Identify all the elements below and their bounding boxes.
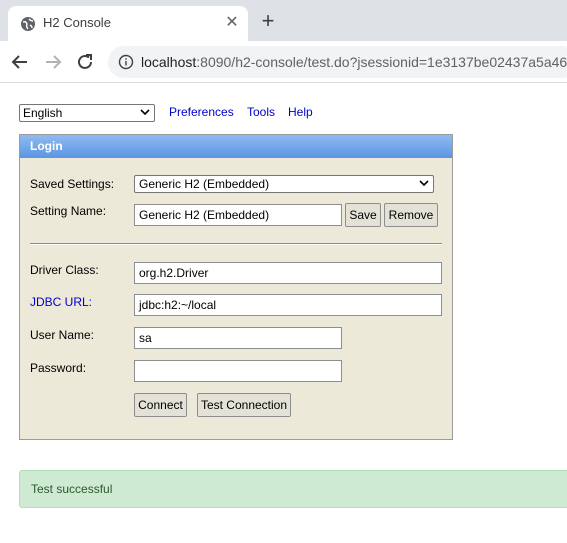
- url-text[interactable]: localhost:8090/h2-console/test.do?jsessi…: [141, 54, 567, 70]
- user-name-label: User Name:: [30, 328, 95, 342]
- browser-toolbar: localhost:8090/h2-console/test.do?jsessi…: [0, 41, 567, 83]
- back-arrow-icon[interactable]: [8, 50, 32, 74]
- globe-icon: [21, 17, 35, 31]
- jdbc-url-link[interactable]: JDBC URL:: [30, 295, 92, 309]
- saved-settings-select[interactable]: Generic H2 (Embedded): [134, 175, 434, 193]
- jdbc-url-field[interactable]: jdbc:h2:~/local: [134, 294, 442, 316]
- login-panel: Login Saved Settings: Generic H2 (Embedd…: [19, 134, 453, 440]
- connect-button[interactable]: Connect: [134, 393, 187, 417]
- saved-settings-value: Generic H2 (Embedded): [139, 177, 270, 191]
- test-connection-button[interactable]: Test Connection: [197, 393, 291, 417]
- forward-arrow-icon[interactable]: [41, 50, 65, 74]
- info-icon[interactable]: [118, 54, 134, 70]
- chevron-down-icon: [419, 180, 429, 187]
- tab-title: H2 Console: [43, 15, 111, 30]
- address-bar[interactable]: localhost:8090/h2-console/test.do?jsessi…: [108, 46, 567, 78]
- divider: [30, 243, 442, 245]
- chevron-down-icon: [140, 109, 150, 116]
- preferences-link[interactable]: Preferences: [169, 105, 234, 119]
- password-label: Password:: [30, 361, 87, 375]
- browser-tabstrip: H2 Console ✕ +: [0, 0, 567, 41]
- reload-icon[interactable]: [73, 50, 97, 74]
- language-select[interactable]: English: [19, 104, 155, 122]
- tools-link[interactable]: Tools: [247, 105, 275, 119]
- url-host: localhost: [141, 54, 197, 70]
- save-button[interactable]: Save: [345, 203, 381, 227]
- close-icon[interactable]: ✕: [223, 14, 241, 32]
- driver-class-label: Driver Class:: [30, 263, 99, 277]
- url-path: :8090/h2-console/test.do?jsessionid=1e31…: [196, 54, 567, 70]
- setting-name-field[interactable]: Generic H2 (Embedded): [134, 204, 342, 226]
- language-select-value: English: [23, 106, 63, 120]
- setting-name-label: Setting Name:: [30, 204, 107, 218]
- password-field[interactable]: [134, 360, 342, 382]
- browser-tab[interactable]: H2 Console ✕: [8, 6, 248, 41]
- remove-button[interactable]: Remove: [384, 203, 438, 227]
- driver-class-field[interactable]: org.h2.Driver: [134, 262, 442, 284]
- help-link[interactable]: Help: [288, 105, 313, 119]
- login-header: Login: [20, 135, 452, 158]
- new-tab-icon[interactable]: +: [258, 10, 278, 32]
- user-name-field[interactable]: sa: [134, 327, 342, 349]
- saved-settings-label: Saved Settings:: [30, 177, 115, 191]
- status-message: Test successful: [19, 470, 567, 508]
- page-content: English Preferences Tools Help Login Sav…: [0, 84, 567, 543]
